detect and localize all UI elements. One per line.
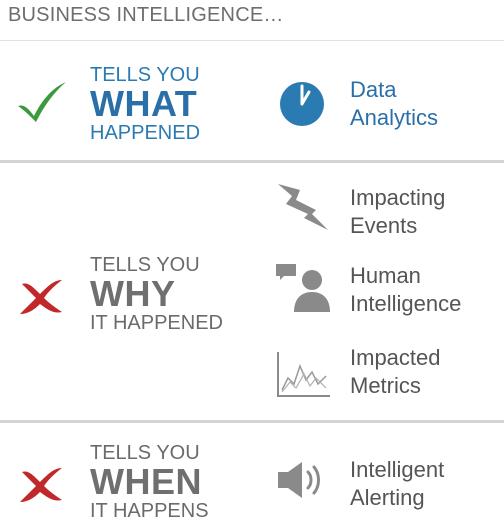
check-icon [16, 80, 68, 124]
lightning-icon [276, 182, 328, 232]
capability-line1: Impacting [350, 185, 446, 210]
capability-line2: Metrics [350, 373, 421, 398]
it-happened-label: IT HAPPENED [90, 312, 223, 334]
capability-line2: Alerting [350, 485, 425, 510]
section-divider [0, 160, 504, 163]
capability-intelligent-alerting: Intelligent Alerting [350, 456, 444, 512]
when-statement: TELLS YOU WHEN IT HAPPENS [90, 442, 209, 522]
it-happens-label: IT HAPPENS [90, 500, 209, 522]
what-statement: TELLS YOU WHAT HAPPENED [90, 64, 200, 144]
cross-icon [18, 276, 64, 316]
capability-line1: Impacted [350, 345, 441, 370]
what-label: WHAT [90, 83, 198, 124]
line-graph-icon [276, 350, 332, 398]
capability-data-analytics: Data Analytics [350, 76, 438, 132]
capability-line2: Intelligence [350, 291, 462, 316]
speaker-icon [276, 460, 328, 500]
person-chat-icon [276, 262, 332, 314]
when-label: WHEN [90, 461, 202, 502]
why-statement: TELLS YOU WHY IT HAPPENED [90, 254, 223, 334]
pie-chart-icon [278, 80, 326, 128]
capability-line1: Human [350, 263, 421, 288]
page-header: BUSINESS INTELLIGENCE… [8, 4, 284, 26]
section-divider [0, 420, 504, 423]
capability-human-intelligence: Human Intelligence [350, 262, 461, 318]
capability-impacting-events: Impacting Events [350, 184, 445, 240]
happened-label: HAPPENED [90, 122, 201, 144]
capability-impacted-metrics: Impacted Metrics [350, 344, 441, 400]
capability-line2: Events [350, 213, 418, 238]
cross-icon [18, 464, 64, 504]
why-label: WHY [90, 273, 176, 314]
capability-line2: Analytics [350, 105, 439, 130]
header-divider [0, 40, 504, 41]
capability-line1: Intelligent [350, 457, 445, 482]
capability-line1: Data [350, 77, 397, 102]
